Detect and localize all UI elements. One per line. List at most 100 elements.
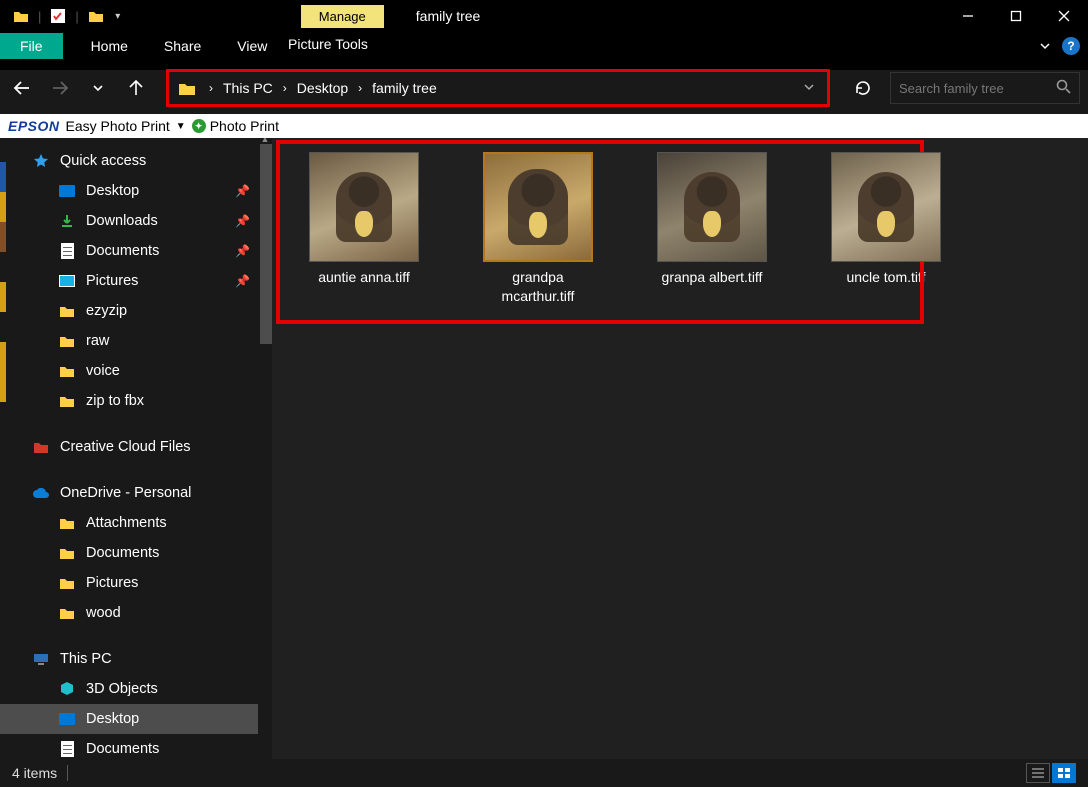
chevron-right-icon[interactable]: › xyxy=(352,81,368,95)
folder-icon[interactable] xyxy=(87,7,105,25)
divider xyxy=(67,765,68,781)
up-button[interactable] xyxy=(122,78,150,98)
sidebar-scrollbar[interactable]: ▲ ▼ xyxy=(258,138,272,768)
title-bar: | | ▾ Manage family tree xyxy=(0,0,1088,32)
sidebar-item-3d-objects[interactable]: 3D Objects xyxy=(0,674,272,704)
folder-icon xyxy=(58,514,76,532)
quick-access-toolbar: | | ▾ xyxy=(0,7,127,25)
folder-icon xyxy=(58,332,76,350)
sidebar-item-od-pictures[interactable]: Pictures xyxy=(0,568,272,598)
details-view-button[interactable] xyxy=(1026,763,1050,783)
epson-toolbar: EPSON Easy Photo Print ▼ ✦ Photo Print xyxy=(0,114,1088,138)
pin-icon: 📌 xyxy=(235,184,250,198)
manage-tab[interactable]: Manage xyxy=(301,5,384,28)
thumbnail-image xyxy=(483,152,593,262)
sidebar-this-pc[interactable]: This PC xyxy=(0,644,272,674)
folder-icon xyxy=(58,362,76,380)
documents-icon xyxy=(58,242,76,260)
crumb-desktop[interactable]: Desktop xyxy=(293,80,352,96)
sidebar-item-downloads[interactable]: Downloads📌 xyxy=(0,206,272,236)
forward-button[interactable] xyxy=(46,77,74,99)
thumbnail-image xyxy=(831,152,941,262)
close-button[interactable] xyxy=(1040,0,1088,32)
photo-print-icon: ✦ xyxy=(192,119,206,133)
help-button[interactable]: ? xyxy=(1062,37,1080,55)
sidebar-item-ezyzip[interactable]: ezyzip xyxy=(0,296,272,326)
easy-photo-print-button[interactable]: Easy Photo Print xyxy=(66,118,170,134)
this-pc-icon xyxy=(32,650,50,668)
thumbnail-image xyxy=(309,152,419,262)
file-tab[interactable]: File xyxy=(0,33,63,59)
address-bar[interactable]: › This PC › Desktop › family tree xyxy=(166,69,830,107)
window-controls xyxy=(944,0,1088,32)
back-button[interactable] xyxy=(8,77,36,99)
sidebar-item-wood[interactable]: wood xyxy=(0,598,272,628)
photo-print-button[interactable]: Photo Print xyxy=(210,118,279,134)
folder-icon[interactable] xyxy=(12,7,30,25)
label: Quick access xyxy=(60,153,146,169)
edge-decoration xyxy=(0,162,6,402)
divider: | xyxy=(34,9,45,24)
properties-icon[interactable] xyxy=(49,7,67,25)
ribbon-tabs: File Home Share View Picture Tools ? xyxy=(0,32,1088,60)
search-placeholder: Search family tree xyxy=(899,81,1004,96)
sidebar-item-desktop[interactable]: Desktop📌 xyxy=(0,176,272,206)
pin-icon: 📌 xyxy=(235,214,250,228)
tab-home[interactable]: Home xyxy=(73,34,146,58)
window-title: family tree xyxy=(416,8,481,24)
sidebar-item-zip-to-fbx[interactable]: zip to fbx xyxy=(0,386,272,416)
chevron-right-icon[interactable]: › xyxy=(203,81,219,95)
folder-icon xyxy=(177,79,197,97)
navigation-pane: Quick access Desktop📌 Downloads📌 Documen… xyxy=(0,138,272,768)
onedrive-icon xyxy=(32,484,50,502)
folder-icon xyxy=(58,392,76,410)
pin-icon: 📌 xyxy=(235,274,250,288)
chevron-right-icon[interactable]: › xyxy=(277,81,293,95)
sidebar-onedrive[interactable]: OneDrive - Personal xyxy=(0,478,272,508)
epson-logo: EPSON xyxy=(8,118,60,134)
status-bar: 4 items xyxy=(0,759,1088,787)
sidebar-item-documents[interactable]: Documents📌 xyxy=(0,236,272,266)
search-box[interactable]: Search family tree xyxy=(890,72,1080,104)
dropdown-icon[interactable]: ▼ xyxy=(176,121,186,132)
sidebar-item-od-documents[interactable]: Documents xyxy=(0,538,272,568)
address-dropdown-icon[interactable] xyxy=(797,81,821,96)
3d-objects-icon xyxy=(58,680,76,698)
thumbnails-view-button[interactable] xyxy=(1052,763,1076,783)
search-icon[interactable] xyxy=(1056,79,1071,97)
crumb-this-pc[interactable]: This PC xyxy=(219,80,277,96)
star-icon xyxy=(32,152,50,170)
documents-icon xyxy=(58,740,76,758)
file-list-pane[interactable]: auntie anna.tiff grandpa mcarthur.tiff g… xyxy=(272,138,1088,768)
pin-icon: 📌 xyxy=(235,244,250,258)
minimize-button[interactable] xyxy=(944,0,992,32)
refresh-button[interactable] xyxy=(850,79,876,97)
ribbon-collapse-icon[interactable] xyxy=(1038,39,1052,53)
item-count: 4 items xyxy=(12,765,57,781)
creative-cloud-icon xyxy=(32,438,50,456)
navigation-bar: › This PC › Desktop › family tree Search… xyxy=(0,70,1088,106)
tab-picture-tools[interactable]: Picture Tools xyxy=(276,32,380,56)
thumbnail-image xyxy=(657,152,767,262)
crumb-current[interactable]: family tree xyxy=(368,80,441,96)
sidebar-item-voice[interactable]: voice xyxy=(0,356,272,386)
downloads-icon xyxy=(58,212,76,230)
desktop-icon xyxy=(58,710,76,728)
sidebar-creative-cloud[interactable]: Creative Cloud Files xyxy=(0,432,272,462)
desktop-icon xyxy=(58,182,76,200)
sidebar-quick-access[interactable]: Quick access xyxy=(0,146,272,176)
folder-icon xyxy=(58,574,76,592)
tab-share[interactable]: Share xyxy=(146,34,219,58)
sidebar-item-attachments[interactable]: Attachments xyxy=(0,508,272,538)
folder-icon xyxy=(58,544,76,562)
context-tab-group: Manage family tree xyxy=(301,5,481,28)
qat-dropdown-icon[interactable]: ▾ xyxy=(109,7,127,25)
recent-locations-button[interactable] xyxy=(84,82,112,94)
sidebar-item-pc-desktop[interactable]: Desktop xyxy=(0,704,272,734)
sidebar-item-raw[interactable]: raw xyxy=(0,326,272,356)
maximize-button[interactable] xyxy=(992,0,1040,32)
folder-icon xyxy=(58,302,76,320)
sidebar-item-pictures[interactable]: Pictures📌 xyxy=(0,266,272,296)
folder-icon xyxy=(58,604,76,622)
scroll-thumb[interactable] xyxy=(260,144,272,344)
